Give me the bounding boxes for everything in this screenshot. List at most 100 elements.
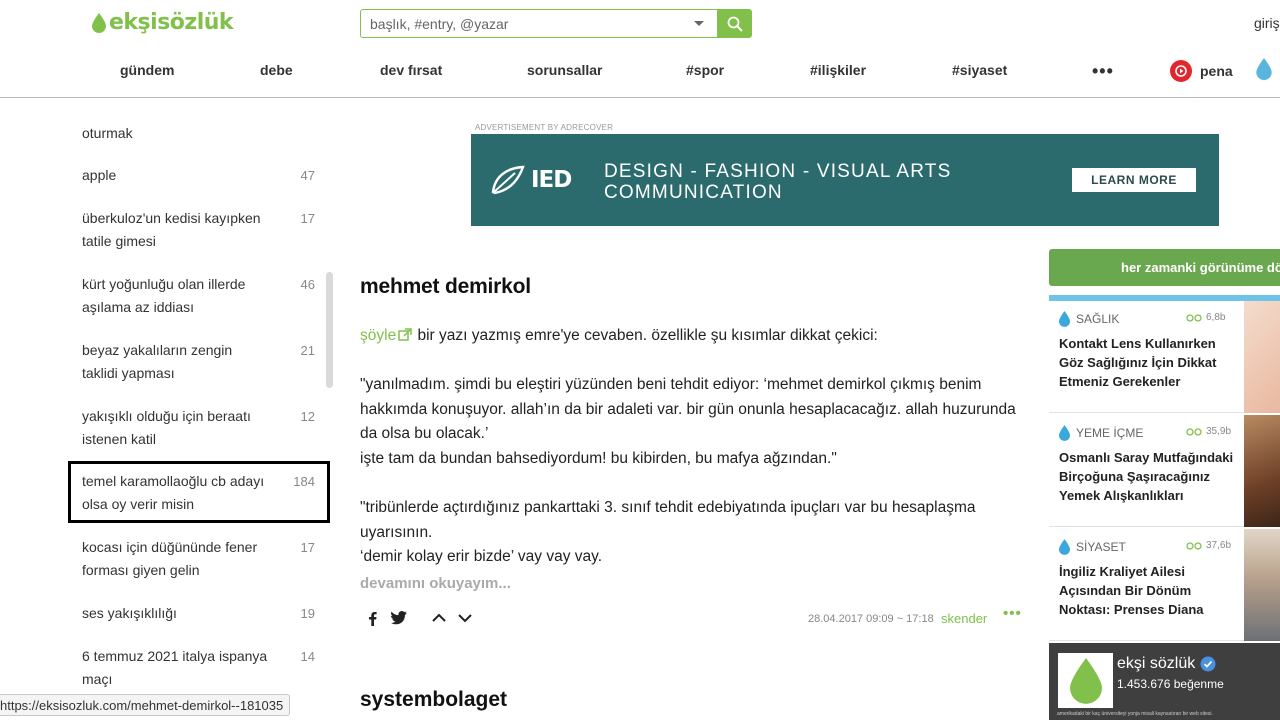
entry-content: şöyle bir yazı yazmış emre'ye cevaben. ö… [360, 324, 1022, 570]
card-title: Kontakt Lens Kullanırken Göz Sağlığınız … [1059, 336, 1217, 389]
topic-sidebar: oturmak apple 47 überkuloz'un kedisi kay… [68, 110, 330, 720]
pena-label: pena [1200, 63, 1233, 79]
topic-label: oturmak [82, 125, 133, 141]
site-logo[interactable]: ekşisözlük [92, 10, 234, 35]
ad-line: COMMUNICATION [604, 182, 783, 203]
drop-icon[interactable] [1256, 58, 1272, 80]
read-more-link[interactable]: devamını okuyayım... [360, 575, 511, 592]
card-category: SİYASET [1059, 539, 1126, 555]
entry-intro: şöyle bir yazı yazmış emre'ye cevaben. ö… [360, 324, 1022, 349]
ad-learn-more-button[interactable]: LEARN MORE [1072, 168, 1196, 192]
promo-card[interactable]: YEME İÇME 35,9b Osmanlı Saray Mutfağında… [1049, 415, 1280, 527]
page-name: ekşi sözlük [1117, 655, 1216, 673]
entry-footer: 28.04.2017 09:09 ~ 17:18 skender ••• [360, 605, 1022, 630]
leaf-icon [491, 165, 525, 195]
site-header: ekşisözlük giriş gündem debe dev fırsat … [0, 0, 1280, 98]
views-icon [1186, 313, 1202, 322]
topic-item[interactable]: yakışıklı olduğu için beraatı istenen ka… [68, 405, 330, 451]
ad-banner[interactable]: IED DESIGN - FASHION - VISUAL ARTS COMMU… [471, 134, 1219, 226]
facebook-page-widget[interactable]: ekşi sözlük 1.453.676 beğenme amerikadak… [1049, 643, 1280, 720]
more-nav-button[interactable]: ••• [1092, 62, 1114, 80]
nav-item-spor[interactable]: #spor [686, 62, 724, 78]
topic-label: 6 temmuz 2021 italya ispanya maçı [82, 648, 268, 687]
login-link[interactable]: giriş [1254, 15, 1280, 31]
external-link-icon [398, 328, 412, 341]
nav-item-debe[interactable]: debe [260, 62, 293, 78]
search-box [360, 9, 752, 38]
topic-count: 19 [300, 606, 315, 621]
drop-icon [1069, 657, 1102, 704]
topic-label: ses yakışıklılığı [82, 605, 177, 621]
nav-item-dev-firsat[interactable]: dev fırsat [380, 62, 442, 78]
topic-count: 47 [300, 168, 315, 183]
topic-item-highlighted[interactable]: temel karamollaoğlu cb adayı olsa oy ver… [68, 461, 330, 523]
entry-author[interactable]: skender [941, 611, 987, 626]
category-label: SİYASET [1076, 540, 1126, 554]
twitter-icon[interactable] [391, 611, 407, 625]
topic-item[interactable]: oturmak [68, 122, 330, 145]
sidebar-scrollbar[interactable] [326, 272, 333, 388]
ad-label: ADVERTISEMENT BY ADRECOVER [475, 123, 614, 132]
drop-icon [92, 12, 106, 33]
topic-label: apple [82, 167, 117, 183]
status-bar-url: https://eksisozluk.com/mehmet-demirkol--… [0, 694, 291, 716]
card-views: 35,9b [1186, 426, 1231, 437]
card-thumbnail [1244, 415, 1280, 527]
nav-item-siyaset[interactable]: #siyaset [952, 62, 1007, 78]
search-button[interactable] [718, 9, 752, 38]
entry-date[interactable]: 28.04.2017 09:09 ~ 17:18 [808, 613, 934, 625]
facebook-icon[interactable] [368, 611, 377, 626]
topic-label: yakışıklı olduğu için beraatı istenen ka… [82, 408, 251, 447]
top-nav: gündem debe dev fırsat sorunsallar #spor… [0, 62, 1280, 84]
nav-item-gundem[interactable]: gündem [120, 62, 174, 78]
ad-brand: IED [531, 167, 572, 193]
classic-view-button[interactable]: her zamanki görünüme dön [1049, 249, 1280, 286]
ad-logo: IED [489, 164, 572, 196]
page-name-text: ekşi sözlük [1117, 655, 1196, 672]
promo-card[interactable]: SAĞLIK 6,8b Kontakt Lens Kullanırken Göz… [1049, 301, 1280, 413]
entry-quote: ‘demir kolay erir bizde’ vay vay vay. [360, 548, 603, 566]
upvote-icon[interactable] [432, 613, 446, 623]
downvote-icon[interactable] [458, 613, 472, 623]
nav-item-sorunsallar[interactable]: sorunsallar [527, 62, 602, 78]
drop-icon [1059, 311, 1070, 327]
topic-item[interactable]: beyaz yakalıların zengin taklidi yapması… [68, 339, 330, 385]
nav-item-iliskiler[interactable]: #ilişkiler [810, 62, 866, 78]
views-icon [1186, 427, 1202, 436]
entry-title[interactable]: mehmet demirkol [360, 275, 531, 299]
topic-count: 17 [300, 211, 315, 226]
topic-label: temel karamollaoğlu cb adayı olsa oy ver… [82, 473, 265, 512]
topic-count: 14 [300, 649, 315, 664]
ad-headline: DESIGN - FASHION - VISUAL ARTS COMMUNICA… [604, 161, 951, 203]
play-icon [1170, 60, 1192, 82]
verified-icon [1200, 656, 1216, 672]
view-count: 35,9b [1206, 426, 1232, 437]
topic-count: 21 [300, 343, 315, 358]
topic-label: kürt yoğunluğu olan illerde aşılama az i… [82, 276, 246, 315]
topic-label: überkuloz'un kedisi kayıpken tatile gime… [82, 210, 261, 249]
topic-item[interactable]: kürt yoğunluğu olan illerde aşılama az i… [68, 273, 330, 319]
entry-quote: "yanılmadım. şimdi bu eleştiri yüzünden … [360, 376, 1016, 443]
chevron-down-icon[interactable] [694, 21, 704, 26]
topic-item[interactable]: kocası için düğününde fener forması giye… [68, 536, 330, 582]
page-description: amerikadaki bir kaç üniversiteyi yonja m… [1057, 711, 1213, 717]
next-entry-title[interactable]: systembolaget [360, 688, 507, 712]
external-link[interactable]: şöyle [360, 327, 413, 344]
logo-text: ekşisözlük [109, 10, 234, 35]
topic-item[interactable]: überkuloz'un kedisi kayıpken tatile gime… [68, 207, 330, 253]
promo-card[interactable]: SİYASET 37,6b İngiliz Kraliyet Ailesi Aç… [1049, 529, 1280, 641]
topic-count: 46 [300, 277, 315, 292]
entry-options-button[interactable]: ••• [1003, 605, 1022, 622]
card-views: 37,6b [1186, 540, 1231, 551]
drop-icon [1059, 425, 1070, 441]
card-title: İngiliz Kraliyet Ailesi Açısından Bir Dö… [1059, 564, 1204, 617]
card-thumbnail [1244, 301, 1280, 413]
search-input[interactable] [360, 9, 718, 38]
topic-count: 184 [293, 474, 315, 489]
pena-link[interactable]: pena [1170, 60, 1233, 82]
topic-label: kocası için düğününde fener forması giye… [82, 539, 258, 578]
view-count: 6,8b [1206, 312, 1226, 323]
topic-item[interactable]: apple 47 [68, 164, 330, 187]
topic-item[interactable]: ses yakışıklılığı 19 [68, 602, 330, 625]
topic-item[interactable]: 6 temmuz 2021 italya ispanya maçı 14 [68, 645, 330, 691]
